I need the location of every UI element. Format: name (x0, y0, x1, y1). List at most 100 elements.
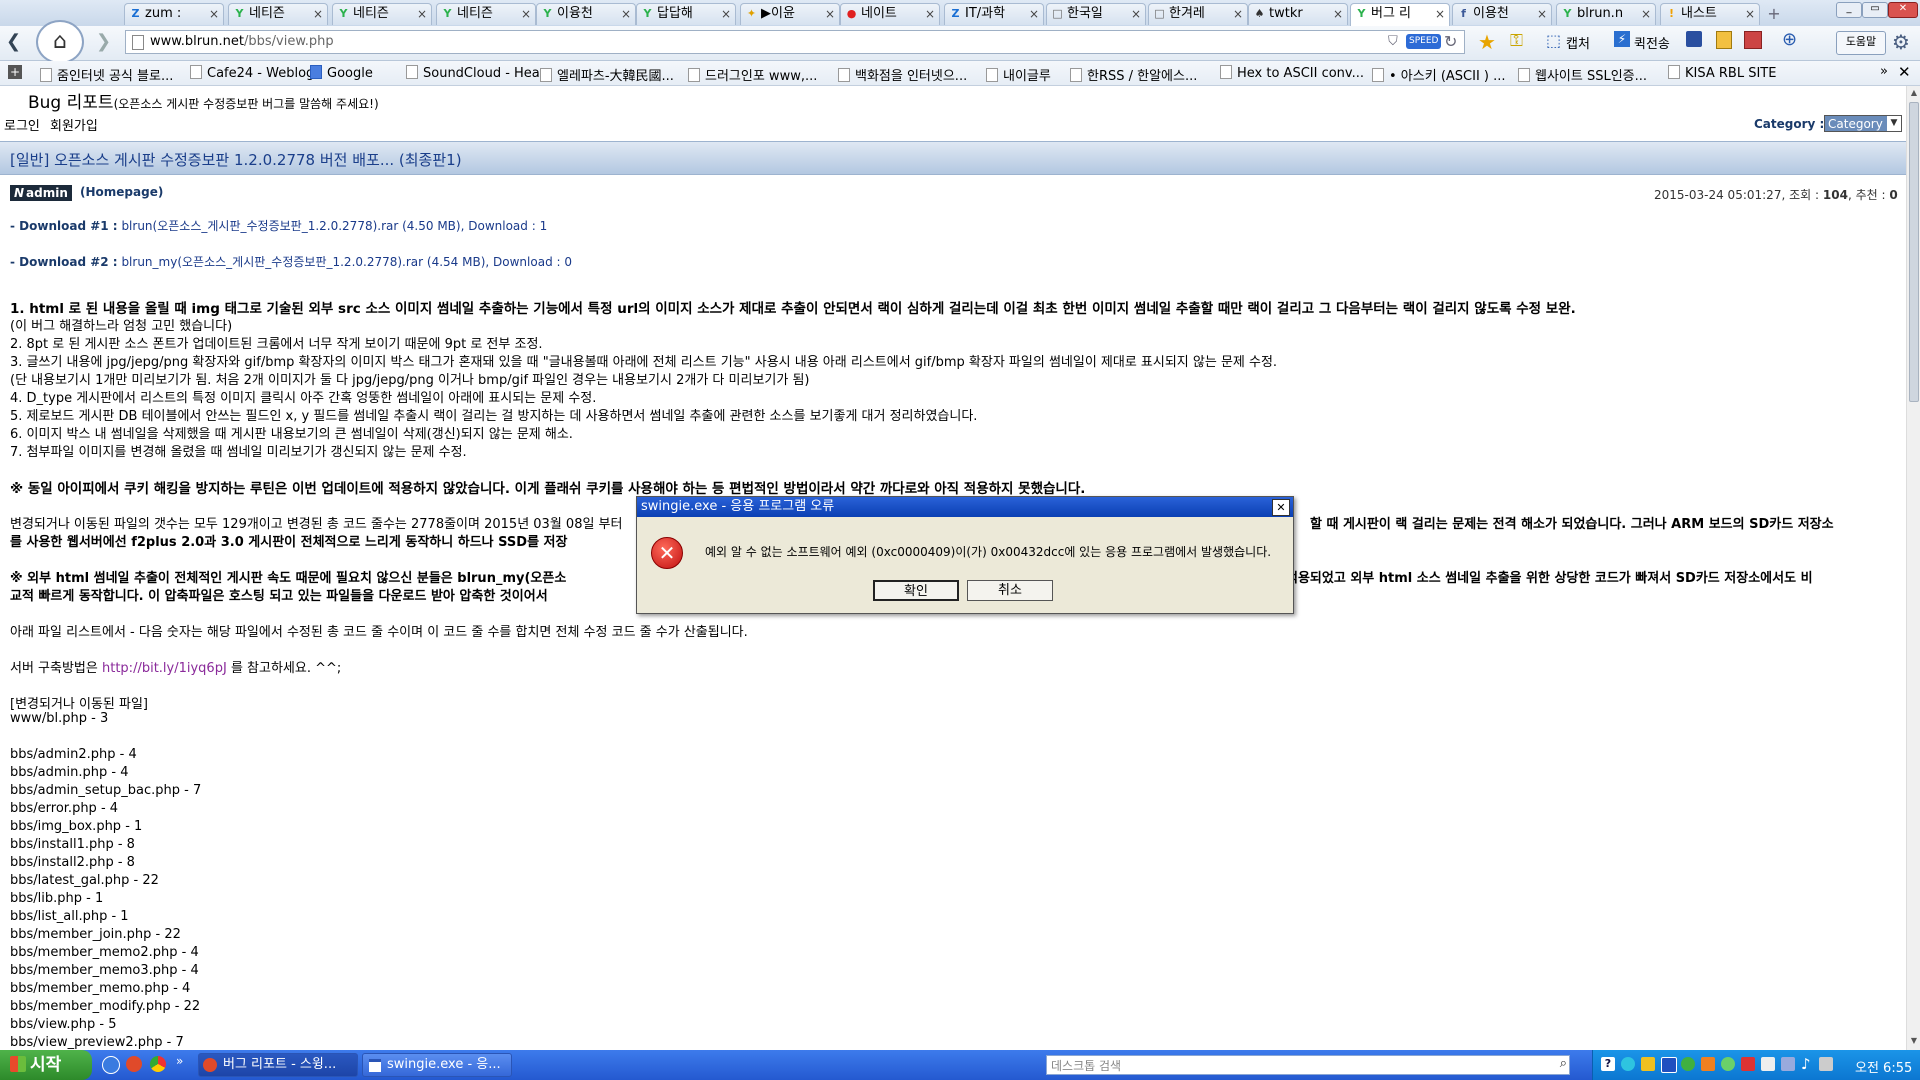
zoom-icon[interactable]: ⊕ (1782, 29, 1797, 50)
volume-tray-icon[interactable]: ♪ (1801, 1055, 1811, 1073)
scroll-up-icon[interactable]: ▲ (1907, 86, 1920, 100)
quicklaunch-chrome-icon[interactable] (150, 1056, 166, 1072)
scrollbar-thumb[interactable] (1909, 102, 1919, 402)
tab-close-icon[interactable]: × (925, 4, 935, 24)
bookmark-item[interactable]: 백화점을 인터넷으... (838, 65, 967, 84)
join-link[interactable]: 회원가입 (50, 115, 98, 134)
tab-1[interactable]: Zzum : × (124, 3, 224, 25)
search-icon[interactable]: ⌕ (1560, 1056, 1567, 1071)
settings-gear-icon[interactable]: ⚙ (1892, 30, 1910, 54)
save-icon[interactable] (1686, 31, 1702, 47)
key-icon[interactable]: ⚿ (1510, 31, 1523, 51)
bookmark-item[interactable]: 줌인터넷 공식 블로... (40, 65, 173, 84)
tab-close-icon[interactable]: × (721, 4, 731, 24)
tab-close-icon[interactable]: × (1435, 4, 1445, 24)
quick-send-icon[interactable]: ⚡ (1614, 31, 1630, 47)
tab-close-icon[interactable]: × (1537, 4, 1547, 24)
tab-16[interactable]: ! 내스트 × (1660, 3, 1760, 25)
star-icon[interactable]: ★ (1478, 30, 1496, 54)
desktop-search-input[interactable]: 데스크톱 검색 ⌕ (1046, 1055, 1570, 1075)
help-button[interactable]: 도움말 (1836, 31, 1886, 55)
add-bookmark-icon[interactable]: + (8, 65, 22, 79)
download-2-link[interactable]: blrun_my(오픈소스_게시판_수정증보판_1.2.0.2778).rar … (121, 255, 489, 269)
tab-10[interactable]: □ 한국일 × (1046, 3, 1146, 25)
back-button[interactable]: ❮ (6, 32, 26, 52)
tab-close-icon[interactable]: × (825, 4, 835, 24)
display-tray-icon[interactable] (1761, 1057, 1775, 1071)
category-select[interactable]: Category ▼ (1824, 115, 1902, 132)
network-tray-icon[interactable] (1621, 1057, 1635, 1071)
tab-close-icon[interactable]: × (1333, 4, 1343, 24)
pen-tray-icon[interactable] (1781, 1057, 1795, 1071)
scroll-down-icon[interactable]: ▼ (1907, 1034, 1920, 1048)
author-badge[interactable]: Nadmin (10, 185, 72, 201)
quicklaunch-more-icon[interactable]: » (176, 1054, 183, 1068)
screenshot-icon[interactable] (1744, 31, 1762, 49)
quicklaunch-swing-icon[interactable] (126, 1056, 142, 1072)
bookmark-item[interactable]: KISA RBL SITE (1668, 65, 1776, 81)
tab-2[interactable]: Y 네티즌 × (228, 3, 328, 25)
capture-button[interactable]: 캡처 (1566, 33, 1590, 52)
home-button[interactable]: ⌂ (36, 20, 84, 64)
update-tray-icon[interactable] (1741, 1057, 1755, 1071)
bookmark-item[interactable]: • 아스키 (ASCII ) ... (1372, 65, 1506, 84)
cancel-button[interactable]: 취소 (967, 580, 1053, 601)
tab-7[interactable]: ✦ ▶이윤 × (740, 3, 840, 25)
window-close-button[interactable]: ✕ (1888, 2, 1918, 18)
clock[interactable]: 오전 6:55 (1855, 1057, 1912, 1076)
bookmarks-more-icon[interactable]: » (1880, 64, 1888, 79)
tab-close-icon[interactable]: × (1131, 4, 1141, 24)
shield-tray-icon[interactable] (1661, 1057, 1677, 1073)
vertical-scrollbar[interactable]: ▲ ▼ (1906, 86, 1920, 1050)
bookmark-item[interactable]: Cafe24 - Weblog (190, 65, 314, 81)
forward-button[interactable]: ❯ (96, 32, 116, 52)
ime-tray-icon[interactable] (1701, 1057, 1715, 1071)
tab-close-icon[interactable]: × (1641, 4, 1651, 24)
bookmark-item[interactable]: 웹사이트 SSL인증... (1518, 65, 1647, 84)
reload-icon[interactable]: ↻ (1444, 32, 1457, 51)
bookmark-item[interactable]: Google (310, 65, 373, 81)
messenger-tray-icon[interactable] (1721, 1057, 1735, 1071)
minimize-button[interactable]: _ (1836, 2, 1862, 18)
capture-icon[interactable]: ⬚ (1546, 31, 1561, 50)
tab-15[interactable]: Yblrun.n × (1556, 3, 1656, 25)
tab-12[interactable]: ♠ twtkr × (1248, 3, 1348, 25)
tab-11[interactable]: □ 한겨레 × (1148, 3, 1248, 25)
bookmark-item[interactable]: 한RSS / 한알에스... (1070, 65, 1197, 84)
ok-button[interactable]: 확인 (873, 580, 959, 601)
tab-3[interactable]: Y 네티즌 × (332, 3, 432, 25)
lock-tray-icon[interactable] (1641, 1057, 1655, 1071)
quicklaunch-explorer-icon[interactable] (102, 1056, 120, 1074)
server-link[interactable]: http://bit.ly/1iyq6pJ (102, 661, 227, 676)
tab-close-icon[interactable]: × (1745, 4, 1755, 24)
start-button[interactable]: 시작 (0, 1050, 92, 1080)
antivirus-tray-icon[interactable] (1681, 1057, 1695, 1071)
download-1-link[interactable]: blrun(오픈소스_게시판_수정증보판_1.2.0.2778).rar (4.… (121, 219, 464, 233)
new-tab-button[interactable]: + (1762, 4, 1786, 24)
tab-14[interactable]: f 이용천 × (1452, 3, 1552, 25)
tab-close-icon[interactable]: × (1233, 4, 1243, 24)
post-title[interactable]: [일반] 오픈소스 게시판 수정증보판 1.2.0.2778 버전 배포... … (10, 149, 462, 170)
tab-close-icon[interactable]: × (417, 4, 427, 24)
tab-9[interactable]: Z IT/과학 × (944, 3, 1044, 25)
bookmark-item[interactable]: 드러그인포 www,... (688, 65, 817, 84)
connection-tray-icon[interactable] (1819, 1057, 1833, 1071)
help-tray-icon[interactable]: ? (1601, 1057, 1615, 1071)
maximize-button[interactable]: ▭ (1862, 2, 1888, 18)
bookmarks-close-icon[interactable]: ✕ (1898, 63, 1911, 81)
notepad-icon[interactable] (1716, 31, 1732, 49)
dialog-title-bar[interactable]: swingie.exe - 응용 프로그램 오류 ✕ (637, 497, 1293, 517)
tab-6[interactable]: Y 답답해 × (636, 3, 736, 25)
tab-5[interactable]: Y 이융천 × (536, 3, 636, 25)
address-bar[interactable]: www.blrun.net/bbs/view.php ⛉ SPEED ↻ (125, 30, 1465, 54)
homepage-link[interactable]: (Homepage) (80, 185, 163, 199)
tab-close-icon[interactable]: × (621, 4, 631, 24)
taskbar-item-browser[interactable]: 버그 리포트 - 스윙... (198, 1053, 358, 1077)
quick-send-button[interactable]: 퀵전송 (1634, 33, 1670, 52)
bookmark-item[interactable]: 엘레파츠-大韓民國... (540, 65, 674, 84)
speed-badge[interactable]: SPEED (1406, 34, 1442, 49)
bookmark-item[interactable]: Hex to ASCII conv... (1220, 65, 1364, 81)
tab-13[interactable]: Y 버그 리 × (1350, 3, 1450, 26)
tab-close-icon[interactable]: × (521, 4, 531, 24)
tab-close-icon[interactable]: × (209, 4, 219, 24)
